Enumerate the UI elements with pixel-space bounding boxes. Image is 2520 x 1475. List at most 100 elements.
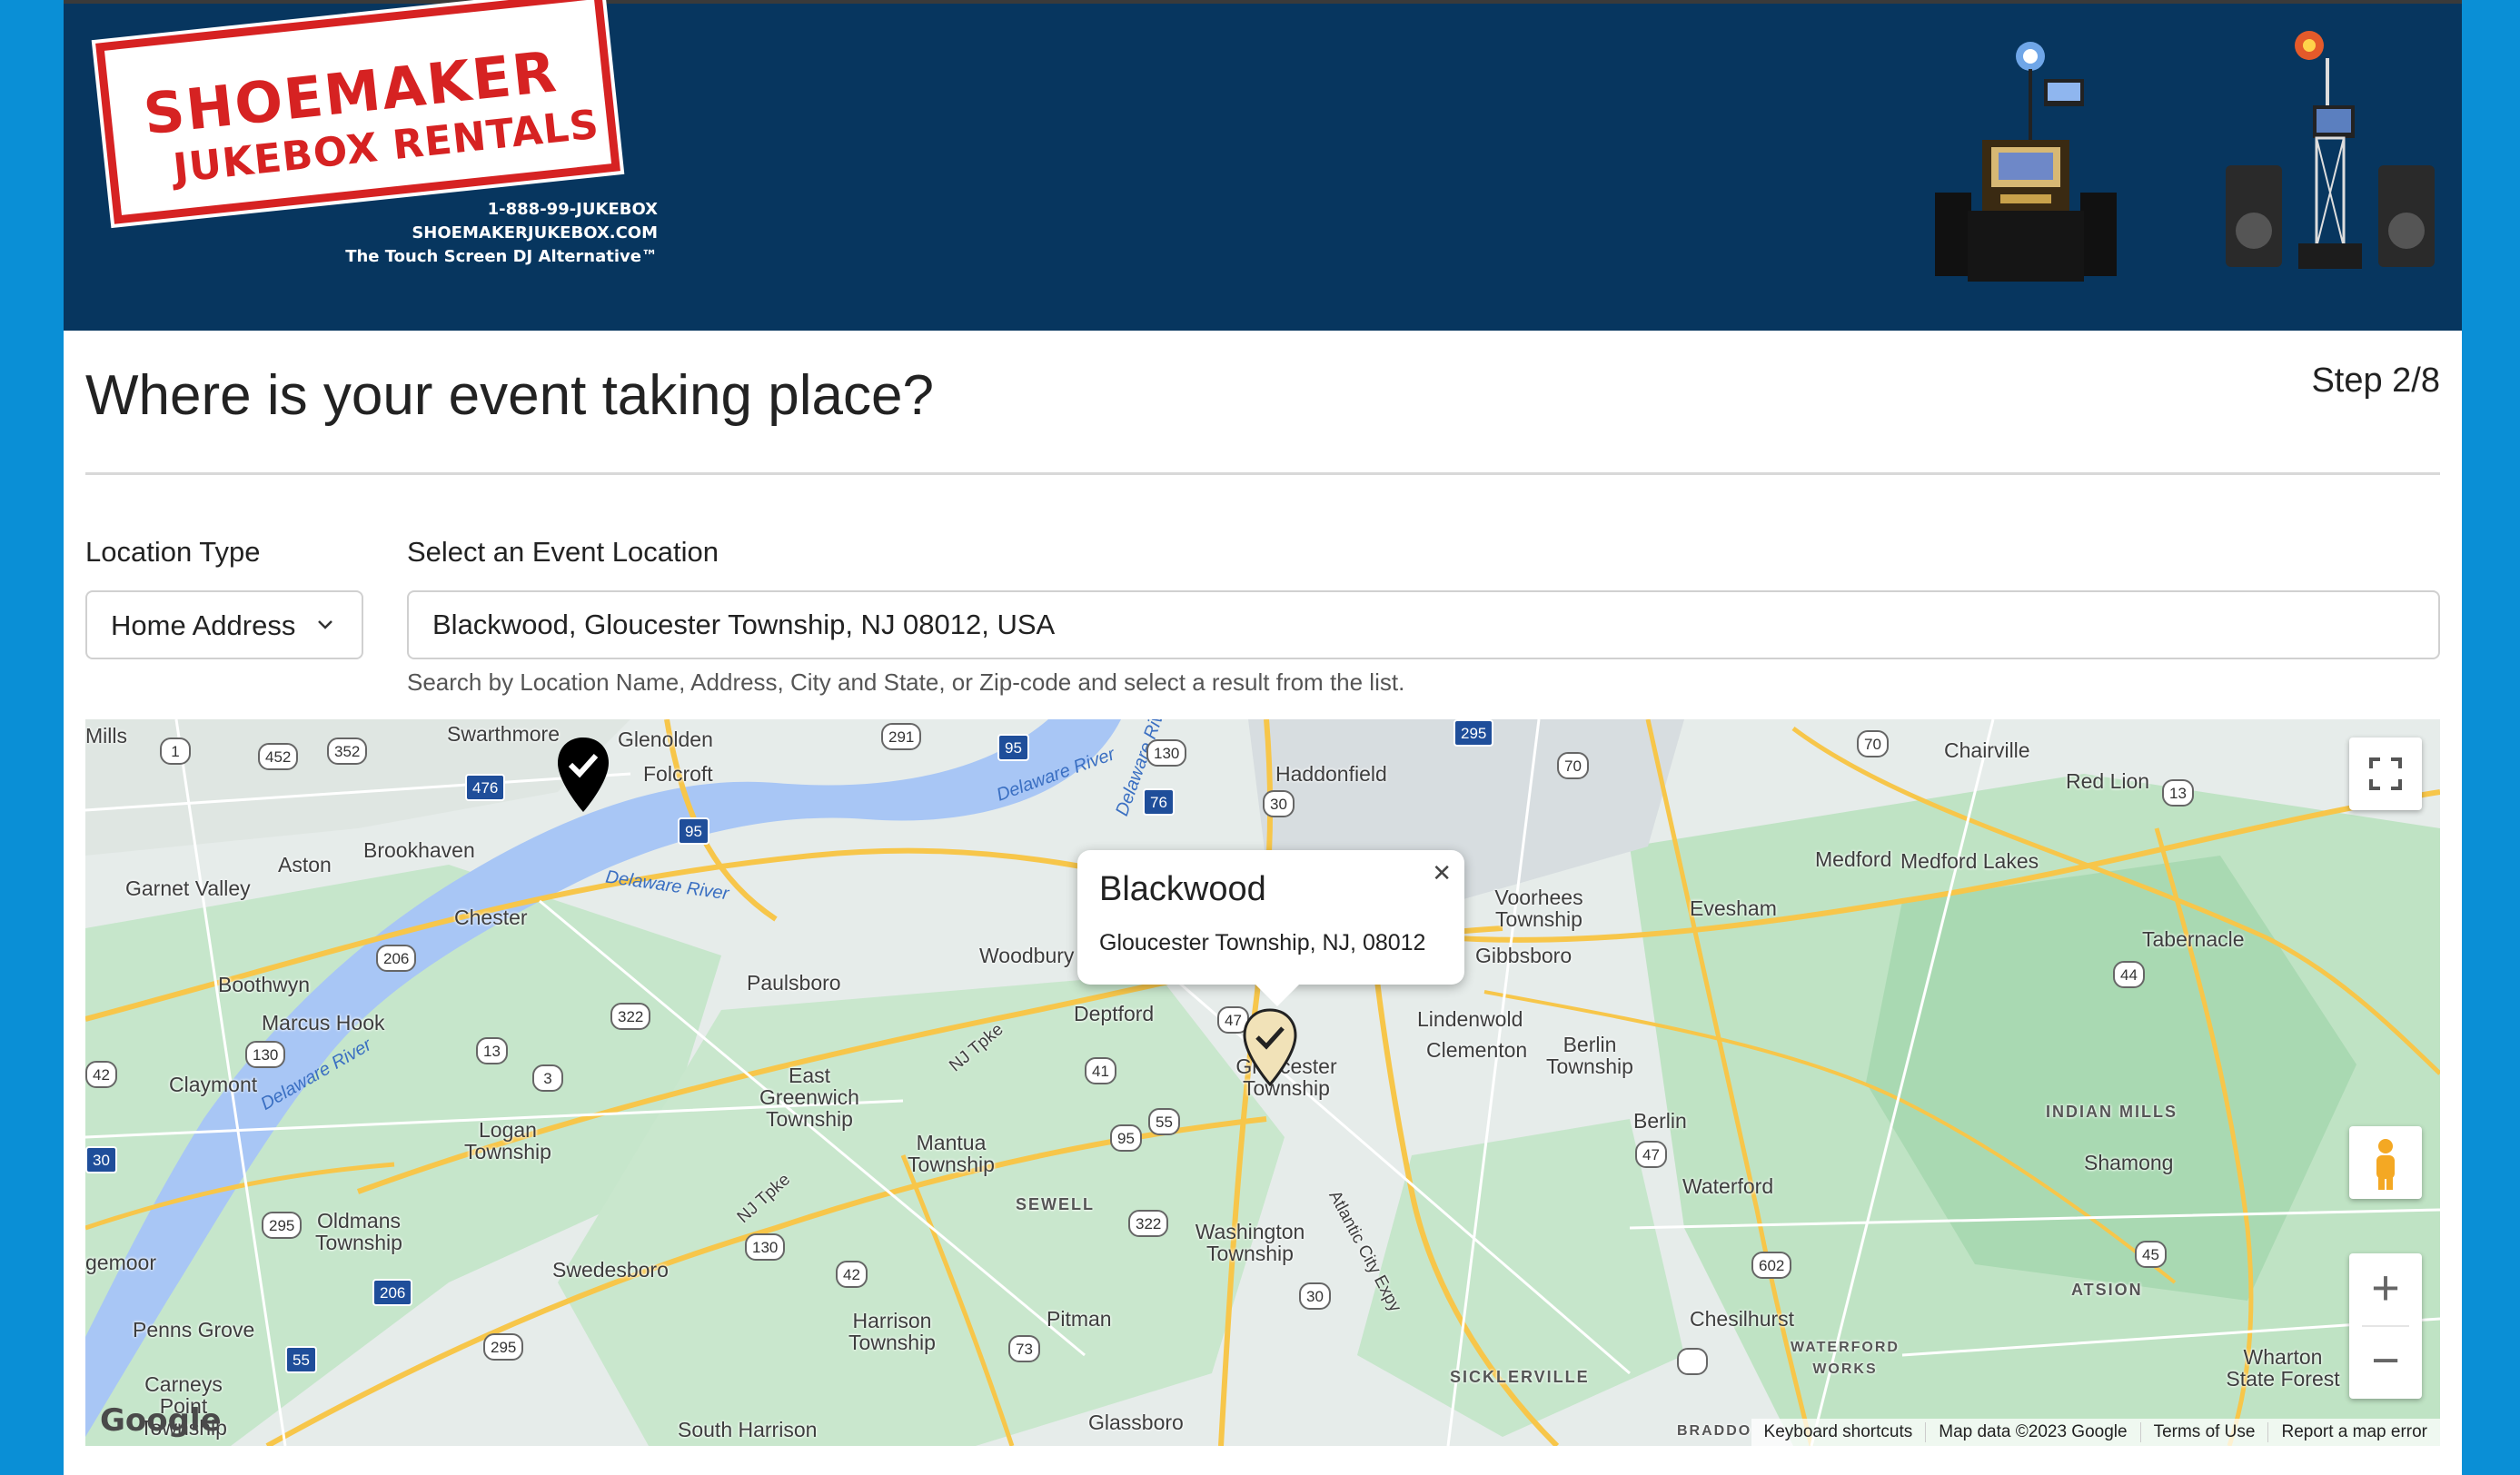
report-map-error-link[interactable]: Report a map error bbox=[2267, 1422, 2440, 1442]
place-label: Woodbury bbox=[979, 944, 1075, 967]
road-shield: 73 bbox=[1008, 1335, 1040, 1362]
place-label: Oldmans Township bbox=[315, 1209, 402, 1254]
road-shield: 30 bbox=[85, 1146, 117, 1173]
road-shield: 322 bbox=[610, 1003, 651, 1030]
place-label: Red Lion bbox=[2066, 769, 2150, 793]
road-shield: 13 bbox=[2162, 779, 2194, 807]
place-label: Berlin bbox=[1633, 1109, 1687, 1133]
place-label: Brookhaven bbox=[363, 838, 475, 862]
place-label: Waterford bbox=[1682, 1174, 1774, 1198]
place-label: Swedesboro bbox=[552, 1258, 669, 1282]
zoom-in-button[interactable]: + bbox=[2349, 1253, 2422, 1326]
zoom-controls: + − bbox=[2349, 1253, 2422, 1399]
road-shield: 55 bbox=[285, 1346, 317, 1373]
place-label: Voorhees Township bbox=[1494, 886, 1583, 931]
place-label: Mills bbox=[85, 724, 127, 747]
place-label: East Greenwich Township bbox=[759, 1064, 859, 1131]
road-shield bbox=[1677, 1348, 1708, 1375]
road-shield: 95 bbox=[1110, 1124, 1142, 1152]
dj-setup-image bbox=[2226, 29, 2435, 283]
place-label: Tabernacle bbox=[2142, 927, 2245, 951]
place-label: Harrison Township bbox=[848, 1309, 936, 1354]
place-label: Boothwyn bbox=[218, 973, 311, 996]
place-label: BRADDO bbox=[1677, 1423, 1752, 1439]
place-label: Shamong bbox=[2084, 1151, 2174, 1174]
road-shield: 47 bbox=[1635, 1141, 1667, 1168]
location-type-value: Home Address bbox=[111, 609, 296, 641]
road-shield: 3 bbox=[532, 1064, 563, 1092]
road-shield: 70 bbox=[1557, 752, 1589, 779]
site-header: SHOEMAKER JUKEBOX RENTALS 1-888-99-JUKEB… bbox=[64, 0, 2462, 331]
place-label: Chester bbox=[454, 906, 528, 929]
logo-sign: SHOEMAKER JUKEBOX RENTALS bbox=[95, 0, 620, 224]
road-shield: 41 bbox=[1085, 1057, 1116, 1084]
place-label: Haddonfield bbox=[1275, 762, 1387, 786]
terms-of-use-link[interactable]: Terms of Use bbox=[2139, 1422, 2268, 1442]
map[interactable]: Delaware River Delaware River Delaware R… bbox=[85, 719, 2440, 1446]
road-shield: 13 bbox=[476, 1037, 508, 1064]
place-label: ATSION bbox=[2071, 1281, 2143, 1299]
place-label: SICKLERVILLE bbox=[1450, 1368, 1590, 1386]
road-shield: 130 bbox=[745, 1233, 786, 1261]
step-indicator: Step 2/8 bbox=[2311, 361, 2440, 400]
place-label: Deptford bbox=[1074, 1002, 1155, 1025]
road-shield: 95 bbox=[997, 734, 1029, 761]
keyboard-shortcuts-link[interactable]: Keyboard shortcuts bbox=[1751, 1422, 1926, 1442]
place-label: Garnet Valley bbox=[125, 876, 251, 900]
place-label: INDIAN MILLS bbox=[2046, 1103, 2178, 1121]
brand-logo[interactable]: SHOEMAKER JUKEBOX RENTALS 1-888-99-JUKEB… bbox=[95, 0, 658, 272]
road-shield: 45 bbox=[2135, 1241, 2167, 1268]
jukebox-image bbox=[1935, 38, 2117, 283]
road-shield: 76 bbox=[1143, 788, 1175, 816]
place-label: Chairville bbox=[1944, 738, 2030, 762]
place-label: Logan Township bbox=[464, 1118, 551, 1163]
place-label: Evesham bbox=[1690, 896, 1777, 920]
location-type-select[interactable]: Home Address bbox=[85, 590, 363, 659]
google-logo[interactable]: Google bbox=[100, 1402, 222, 1439]
road-shield: 130 bbox=[1146, 739, 1187, 767]
road-shield: 44 bbox=[2113, 961, 2145, 988]
event-location-label: Select an Event Location bbox=[407, 536, 719, 568]
place-label: Medford Lakes bbox=[1900, 849, 2039, 873]
fullscreen-button[interactable] bbox=[2349, 738, 2422, 810]
map-attribution: Keyboard shortcuts Map data ©2023 Google… bbox=[1751, 1419, 2440, 1446]
street-view-button[interactable] bbox=[2349, 1126, 2422, 1199]
road-shield: 295 bbox=[1453, 719, 1494, 747]
road-shield: 55 bbox=[1148, 1108, 1180, 1135]
place-label: Chesilhurst bbox=[1690, 1307, 1795, 1331]
place-label: Wharton State Forest bbox=[2226, 1345, 2340, 1391]
road-shield: 452 bbox=[258, 743, 299, 770]
popup-title: Blackwood bbox=[1099, 870, 1266, 908]
place-label: Marcus Hook bbox=[262, 1011, 385, 1034]
road-shield: 30 bbox=[1263, 790, 1295, 817]
map-marker-icon[interactable] bbox=[554, 736, 612, 814]
road-shield: 95 bbox=[678, 817, 709, 845]
map-data-text: Map data ©2023 Google bbox=[1925, 1422, 2139, 1442]
brand-website: SHOEMAKERJUKEBOX.COM bbox=[412, 223, 658, 243]
brand-phone: 1-888-99-JUKEBOX bbox=[487, 200, 658, 219]
place-label: Glassboro bbox=[1088, 1411, 1184, 1434]
road-shield: 291 bbox=[881, 723, 922, 750]
zoom-out-button[interactable]: − bbox=[2349, 1326, 2422, 1399]
place-label: Mantua Township bbox=[908, 1131, 995, 1176]
place-label: SEWELL bbox=[1016, 1195, 1095, 1213]
selected-location-marker-icon[interactable] bbox=[1241, 1008, 1299, 1086]
road-shield: 602 bbox=[1751, 1252, 1792, 1279]
chevron-down-icon bbox=[318, 620, 332, 629]
place-label: Lindenwold bbox=[1417, 1007, 1523, 1031]
place-label: Paulsboro bbox=[747, 971, 841, 995]
place-label: Penns Grove bbox=[133, 1318, 255, 1341]
event-location-input[interactable] bbox=[407, 590, 2440, 659]
road-shield: 476 bbox=[465, 774, 506, 801]
place-label: Folcroft bbox=[643, 762, 713, 786]
place-label: Clementon bbox=[1426, 1038, 1528, 1062]
place-label: Swarthmore bbox=[447, 722, 560, 746]
place-label: Glenolden bbox=[618, 728, 713, 751]
divider bbox=[85, 472, 2440, 475]
location-hint: Search by Location Name, Address, City a… bbox=[407, 668, 1405, 696]
close-icon[interactable]: ✕ bbox=[1432, 859, 1452, 887]
place-label: Gibbsboro bbox=[1475, 944, 1573, 967]
road-shield: 206 bbox=[376, 945, 417, 972]
road-shield: 352 bbox=[327, 738, 368, 765]
road-shield: 322 bbox=[1128, 1210, 1169, 1237]
